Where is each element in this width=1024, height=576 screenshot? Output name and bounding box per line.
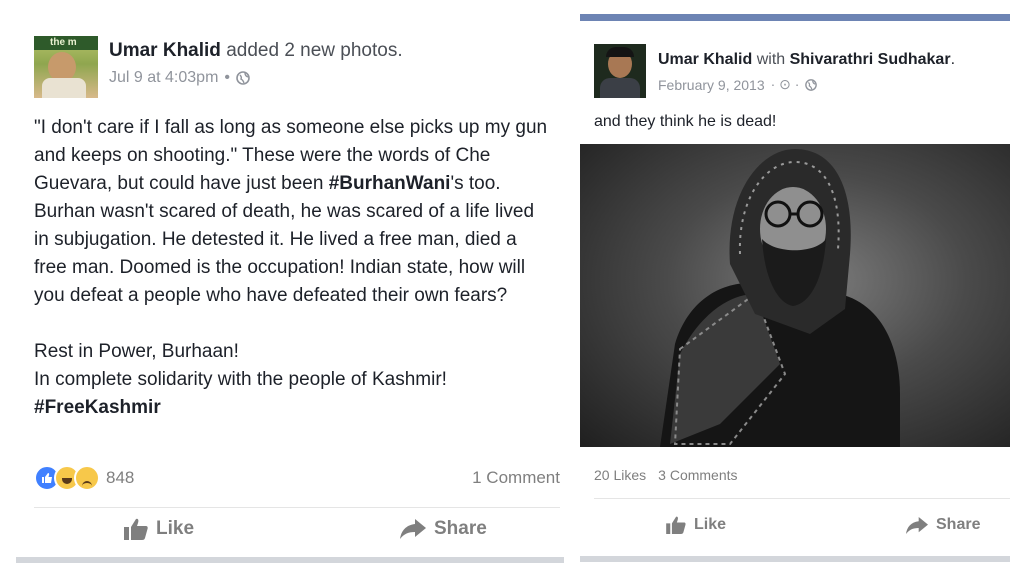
hashtag-link[interactable]: #BurhanWani bbox=[329, 173, 451, 194]
tagged-person[interactable]: Shivarathri Sudhakar bbox=[790, 51, 951, 68]
meta-separators: · ⊙ · bbox=[770, 76, 800, 92]
with-word: with bbox=[756, 51, 786, 68]
share-arrow-icon bbox=[906, 516, 928, 534]
right-post-header: Umar Khalid with Shivarathri Sudhakar. bbox=[658, 51, 955, 69]
card-bottom-border bbox=[16, 557, 564, 563]
left-post-header: Umar Khalid added 2 new photos. bbox=[109, 40, 403, 62]
post-action: added 2 new photos. bbox=[226, 40, 403, 61]
post-photo[interactable] bbox=[580, 144, 1010, 447]
like-label: Like bbox=[694, 516, 727, 533]
body-line: In complete solidarity with the people o… bbox=[34, 369, 447, 390]
post-timestamp[interactable]: February 9, 2013 bbox=[658, 77, 765, 93]
comments-count[interactable]: 1 Comment bbox=[472, 468, 560, 488]
body-line: Rest in Power, Burhaan! bbox=[34, 341, 239, 362]
right-post-stats: 20 Likes 3 Comments bbox=[594, 467, 738, 483]
right-post-card: Umar Khalid with Shivarathri Sudhakar. F… bbox=[580, 14, 1010, 562]
share-button[interactable]: Share bbox=[906, 516, 980, 534]
comments-count[interactable]: 3 Comments bbox=[658, 467, 737, 483]
like-label: Like bbox=[156, 518, 195, 539]
sad-reaction-icon bbox=[74, 465, 100, 491]
share-label: Share bbox=[936, 516, 981, 533]
right-post-meta: February 9, 2013 · ⊙ · bbox=[658, 76, 818, 93]
portrait-illustration bbox=[660, 149, 900, 447]
thumbs-up-icon bbox=[124, 518, 148, 540]
reactions-count[interactable]: 848 bbox=[106, 468, 134, 488]
share-label: Share bbox=[434, 518, 487, 539]
card-top-accent bbox=[580, 14, 1010, 21]
actions-divider bbox=[594, 498, 1010, 499]
left-post-meta: Jul 9 at 4:03pm • bbox=[109, 69, 250, 87]
right-author-avatar[interactable] bbox=[594, 44, 646, 98]
left-post-body: "I don't care if I fall as long as someo… bbox=[34, 114, 549, 422]
share-arrow-icon bbox=[400, 519, 426, 539]
author-name[interactable]: Umar Khalid bbox=[658, 51, 752, 68]
globe-icon bbox=[805, 78, 818, 91]
left-post-card: the m Umar Khalid added 2 new photos. Ju… bbox=[16, 18, 564, 563]
meta-separator: • bbox=[224, 69, 231, 86]
period: . bbox=[950, 51, 956, 68]
share-button[interactable]: Share bbox=[400, 518, 487, 540]
like-button[interactable]: Like bbox=[666, 516, 726, 534]
globe-icon bbox=[236, 71, 250, 85]
post-paragraph: "I don't care if I fall as long as someo… bbox=[34, 114, 549, 310]
right-post-body: and they think he is dead! bbox=[594, 113, 777, 130]
reactions-summary[interactable]: 848 bbox=[34, 465, 134, 491]
post-timestamp[interactable]: Jul 9 at 4:03pm bbox=[109, 69, 218, 87]
author-name[interactable]: Umar Khalid bbox=[109, 40, 221, 61]
card-bottom-border bbox=[580, 556, 1010, 562]
hashtag-link[interactable]: #FreeKashmir bbox=[34, 394, 549, 422]
left-author-avatar[interactable]: the m bbox=[34, 36, 98, 98]
thumbs-up-icon bbox=[666, 516, 686, 534]
avatar-banner-text: the m bbox=[50, 37, 77, 48]
like-button[interactable]: Like bbox=[124, 518, 194, 540]
actions-divider bbox=[34, 507, 560, 508]
likes-count[interactable]: 20 Likes bbox=[594, 467, 646, 483]
